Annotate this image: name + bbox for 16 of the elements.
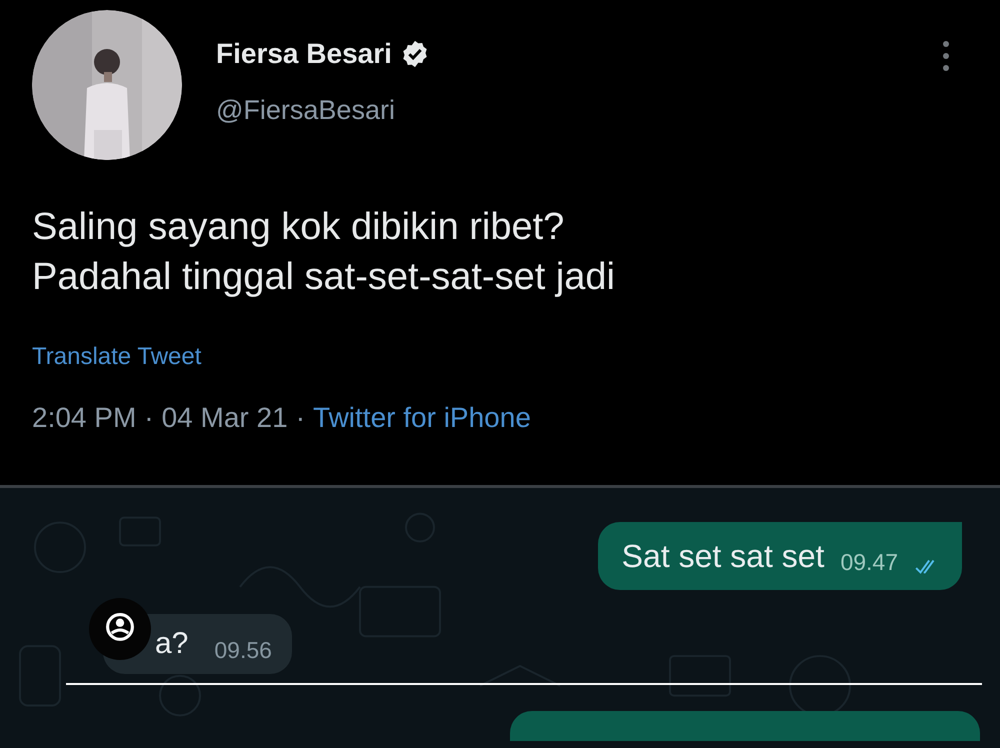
tweet-meta-text: 2:04 PM: [32, 401, 136, 435]
tweet-text: Saling sayang kok dibikin ribet?: [32, 205, 566, 250]
message-time: 09.56: [214, 636, 272, 664]
more-options-icon[interactable]: [942, 40, 950, 72]
translate-link[interactable]: Translate Tweet: [32, 342, 202, 372]
profile-icon: [89, 598, 151, 660]
author-name: Fiersa Besari: [216, 37, 392, 71]
tweet-meta-text: 04 Mar 21: [162, 401, 288, 435]
message-time: 09.47: [840, 548, 898, 576]
message-text: a?: [154, 626, 188, 662]
tweet-meta-text: ·: [296, 401, 306, 435]
tweet-meta-text: ·: [144, 401, 154, 435]
author-handle: @FiersaBesari: [216, 94, 396, 127]
tweet-text: Padahal tinggal sat-set-sat-set jadi: [32, 255, 616, 300]
source-link[interactable]: Twitter for iPhone: [313, 400, 531, 436]
message-text: Sat set sat set: [622, 537, 824, 576]
